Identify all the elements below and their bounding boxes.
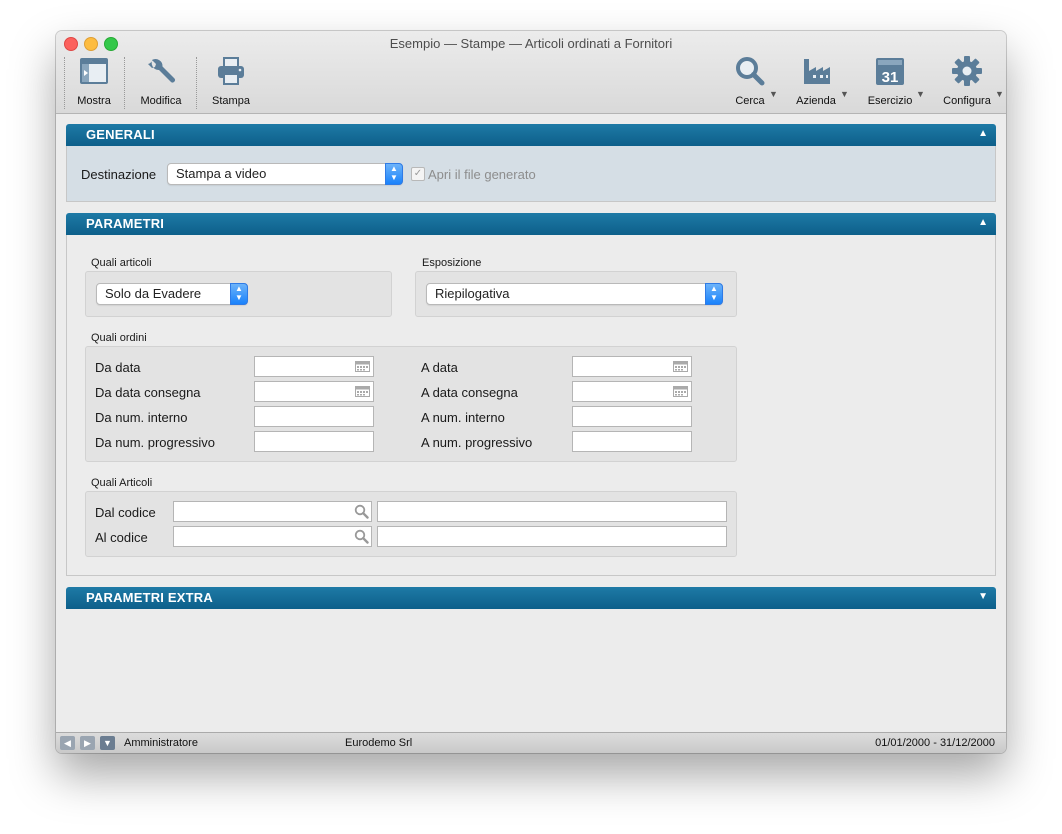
- da-num-progressivo-field[interactable]: [254, 431, 374, 452]
- da-num-progressivo-label: Da num. progressivo: [95, 435, 215, 450]
- a-num-progressivo-label: A num. progressivo: [421, 435, 533, 450]
- toolbar-separator: [196, 57, 197, 109]
- destinazione-popup[interactable]: Stampa a video ▲ ▼: [167, 163, 403, 185]
- quali-articoli-value: Solo da Evadere: [105, 286, 202, 301]
- esposizione-box: Riepilogativa ▲ ▼: [415, 271, 737, 317]
- azienda-button[interactable]: Azienda: [794, 55, 838, 107]
- statusbar: ◀ ▶ ▼ Amministratore Eurodemo Srl 01/01/…: [56, 732, 1006, 753]
- parametri-extra-section-header[interactable]: PARAMETRI EXTRA ▼: [66, 587, 996, 609]
- stampa-button[interactable]: Stampa: [208, 55, 254, 107]
- quali-ordini-label: Quali ordini: [91, 332, 147, 344]
- esposizione-label: Esposizione: [422, 257, 482, 269]
- parametri-section-header[interactable]: PARAMETRI ▲: [66, 213, 996, 235]
- back-arrow-icon[interactable]: ◀: [60, 736, 75, 750]
- esercizio-button[interactable]: 31 Esercizio: [866, 55, 914, 107]
- status-period: 01/01/2000 - 31/12/2000: [875, 737, 995, 749]
- cerca-dropdown-arrow-icon[interactable]: ▼: [769, 89, 778, 99]
- expand-arrow-icon[interactable]: ▼: [978, 591, 988, 602]
- calendar-day-text: 31: [882, 69, 899, 86]
- a-data-consegna-label: A data consegna: [421, 385, 518, 400]
- status-company: Eurodemo Srl: [345, 737, 413, 749]
- destinazione-label: Destinazione: [81, 167, 157, 182]
- list-view-icon: [80, 58, 108, 84]
- quali-articoli-codici-box: Dal codice Al codice: [85, 491, 737, 557]
- calendar-icon[interactable]: [355, 386, 370, 397]
- mostra-label: Mostra: [77, 95, 111, 107]
- a-num-interno-label: A num. interno: [421, 410, 505, 425]
- magnifier-icon[interactable]: [354, 529, 369, 544]
- magnifier-icon[interactable]: [354, 504, 369, 519]
- popup-arrows-icon: ▲ ▼: [705, 283, 723, 305]
- collapse-arrow-icon[interactable]: ▲: [978, 217, 988, 228]
- generali-title: GENERALI: [86, 127, 155, 142]
- cerca-button[interactable]: Cerca: [730, 55, 770, 107]
- azienda-dropdown-arrow-icon[interactable]: ▼: [840, 89, 849, 99]
- a-num-interno-field[interactable]: [572, 406, 692, 427]
- toolbar-separator: [124, 57, 125, 109]
- da-num-interno-field[interactable]: [254, 406, 374, 427]
- da-data-field[interactable]: [254, 356, 374, 377]
- parametri-extra-title: PARAMETRI EXTRA: [86, 590, 213, 605]
- configura-dropdown-arrow-icon[interactable]: ▼: [995, 89, 1004, 99]
- configura-label: Configura: [943, 95, 991, 107]
- collapse-arrow-icon[interactable]: ▲: [978, 128, 988, 139]
- esposizione-popup[interactable]: Riepilogativa ▲ ▼: [426, 283, 723, 305]
- apri-file-checkbox[interactable]: ✓: [411, 167, 425, 181]
- da-data-consegna-field[interactable]: [254, 381, 374, 402]
- da-data-label: Da data: [95, 360, 141, 375]
- a-data-label: A data: [421, 360, 458, 375]
- modifica-label: Modifica: [140, 95, 182, 107]
- toolbar-separator: [64, 57, 65, 109]
- azienda-label: Azienda: [796, 95, 836, 107]
- search-icon: [736, 57, 765, 86]
- destinazione-value: Stampa a video: [176, 166, 267, 181]
- da-num-interno-label: Da num. interno: [95, 410, 188, 425]
- dal-codice-label: Dal codice: [95, 505, 156, 520]
- generali-section-header[interactable]: GENERALI ▲: [66, 124, 996, 146]
- configura-button[interactable]: Configura: [940, 55, 994, 107]
- apri-file-label: Apri il file generato: [428, 167, 536, 182]
- window-title: Esempio — Stampe — Articoli ordinati a F…: [389, 36, 673, 51]
- calendar-icon: 31: [876, 58, 904, 86]
- parametri-panel: Quali articoli Solo da Evadere ▲ ▼ Esposi…: [66, 235, 996, 576]
- quali-articoli-codici-label: Quali Articoli: [91, 477, 153, 489]
- a-data-field[interactable]: [572, 356, 692, 377]
- modifica-button[interactable]: Modifica: [136, 55, 186, 107]
- mostra-button[interactable]: Mostra: [74, 55, 114, 107]
- down-arrow-icon[interactable]: ▼: [100, 736, 115, 750]
- esercizio-label: Esercizio: [867, 95, 913, 107]
- al-codice-label: Al codice: [95, 530, 148, 545]
- dal-codice-field[interactable]: [173, 501, 372, 522]
- al-codice-field[interactable]: [173, 526, 372, 547]
- generali-panel: Destinazione Stampa a video ▲ ▼ ✓ Apri il…: [66, 146, 996, 202]
- app-window: Esempio — Stampe — Articoli ordinati a F…: [56, 31, 1006, 753]
- parametri-title: PARAMETRI: [86, 216, 165, 231]
- cerca-label: Cerca: [735, 95, 765, 107]
- popup-arrows-icon: ▲ ▼: [230, 283, 248, 305]
- titlebar: Esempio — Stampe — Articoli ordinati a F…: [56, 31, 1006, 114]
- quali-ordini-box: Da data A data Da data consegna A data c…: [85, 346, 737, 462]
- factory-icon: [804, 59, 830, 84]
- esposizione-value: Riepilogativa: [435, 286, 510, 301]
- esercizio-dropdown-arrow-icon[interactable]: ▼: [916, 89, 925, 99]
- a-data-consegna-field[interactable]: [572, 381, 692, 402]
- a-num-progressivo-field[interactable]: [572, 431, 692, 452]
- calendar-icon[interactable]: [673, 386, 688, 397]
- forward-arrow-icon[interactable]: ▶: [80, 736, 95, 750]
- calendar-icon[interactable]: [673, 361, 688, 372]
- popup-arrows-icon: ▲ ▼: [385, 163, 403, 185]
- stampa-label: Stampa: [212, 95, 250, 107]
- da-data-consegna-label: Da data consegna: [95, 385, 201, 400]
- quali-articoli-popup[interactable]: Solo da Evadere ▲ ▼: [96, 283, 248, 305]
- status-user: Amministratore: [124, 737, 198, 749]
- wrench-icon: [148, 59, 175, 83]
- quali-articoli-box: Solo da Evadere ▲ ▼: [85, 271, 392, 317]
- gear-icon: [952, 56, 982, 86]
- quali-articoli-label: Quali articoli: [91, 257, 152, 269]
- dal-codice-description-field[interactable]: [377, 501, 727, 522]
- printer-icon: [218, 57, 244, 85]
- calendar-icon[interactable]: [355, 361, 370, 372]
- al-codice-description-field[interactable]: [377, 526, 727, 547]
